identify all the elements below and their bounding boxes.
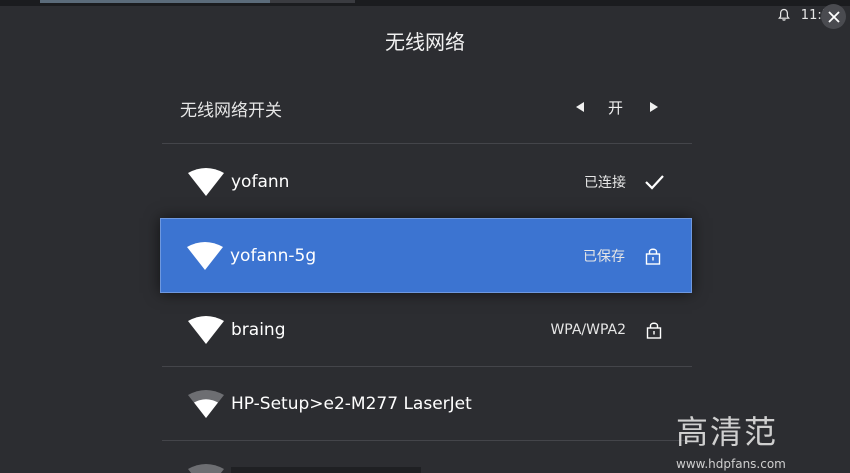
page-title: 无线网络 xyxy=(385,30,465,54)
watermark: 高清范 www.hdpfans.com xyxy=(676,407,826,471)
wifi-signal-icon xyxy=(188,316,224,344)
wifi-toggle-label: 无线网络开关 xyxy=(180,101,282,121)
check-icon xyxy=(645,175,664,190)
wifi-toggle-value: 开 xyxy=(608,99,624,117)
network-state: 已连接 xyxy=(584,175,626,191)
network-item-yofann[interactable]: yofann 已连接 xyxy=(162,146,692,218)
network-ssid: yofann xyxy=(231,172,290,192)
arrow-left-icon[interactable] xyxy=(576,102,584,112)
network-item-partial[interactable] xyxy=(162,443,692,473)
obscured-ssid xyxy=(231,467,421,473)
divider xyxy=(162,366,692,367)
network-item-hp-setup[interactable]: HP-Setup>e2-M277 LaserJet xyxy=(162,368,692,440)
network-ssid: braing xyxy=(231,320,286,340)
wifi-toggle-row[interactable]: 无线网络开关 开 xyxy=(162,84,692,132)
watermark-logo: 高清范 xyxy=(676,413,779,451)
network-state: WPA/WPA2 xyxy=(550,322,626,338)
network-ssid: HP-Setup>e2-M277 LaserJet xyxy=(231,394,472,414)
top-strip xyxy=(0,0,850,6)
bell-icon xyxy=(777,8,790,21)
wifi-signal-icon xyxy=(187,241,223,270)
divider xyxy=(162,440,692,441)
network-item-yofann-5g[interactable]: yofann-5g 已保存 xyxy=(160,218,692,293)
wifi-signal-icon xyxy=(188,390,224,418)
watermark-url: www.hdpfans.com xyxy=(676,457,786,471)
top-strip-segment xyxy=(40,0,270,3)
lock-icon xyxy=(645,248,661,265)
divider xyxy=(162,143,692,144)
top-strip-segment xyxy=(270,0,355,3)
wifi-signal-icon xyxy=(188,168,224,196)
network-state: 已保存 xyxy=(583,248,625,265)
lock-icon xyxy=(646,322,662,339)
wifi-signal-icon xyxy=(188,464,224,473)
arrow-right-icon[interactable] xyxy=(650,102,658,112)
network-item-braing[interactable]: braing WPA/WPA2 xyxy=(162,294,692,366)
network-ssid: yofann-5g xyxy=(230,245,317,266)
close-icon xyxy=(827,10,840,23)
